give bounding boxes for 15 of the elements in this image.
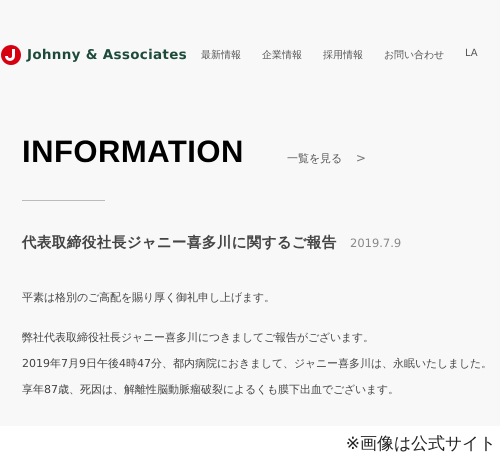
view-list-link[interactable]: 一覧を見る > <box>286 151 366 166</box>
nav-link[interactable]: お問い合わせ <box>384 48 444 62</box>
paragraph-text: 弊社代表取締役社長ジャニー喜多川につきましてご報告がございます。 <box>22 330 374 346</box>
nav-link[interactable]: 採用情報 <box>322 48 363 62</box>
paragraph-text: 平素は格別のご高配を賜り厚く御礼申し上げます。 <box>22 290 275 306</box>
paragraph-text: 享年87歳、死因は、解離性脳動脈瘤破裂によるくも膜下出血でございます。 <box>22 382 399 398</box>
image-caption: ※画像は公式サイト <box>346 433 496 455</box>
article-title: 代表取締役社長ジャニー喜多川に関するご報告 <box>22 234 337 252</box>
section-heading: INFORMATION <box>22 134 244 170</box>
paragraph-text: 2019年7月9日午後4時47分、都内病院におきまして、ジャニー喜多川は、永眠いたしました。 <box>22 356 492 372</box>
nav-link[interactable]: LA <box>464 48 478 62</box>
nav-link[interactable]: 最新情報 <box>200 48 241 62</box>
article-date: 2019.7.9 <box>350 236 402 250</box>
logo-link[interactable]: Johnny & Associates <box>1 45 187 65</box>
nav-link[interactable]: 企業情報 <box>262 48 302 62</box>
